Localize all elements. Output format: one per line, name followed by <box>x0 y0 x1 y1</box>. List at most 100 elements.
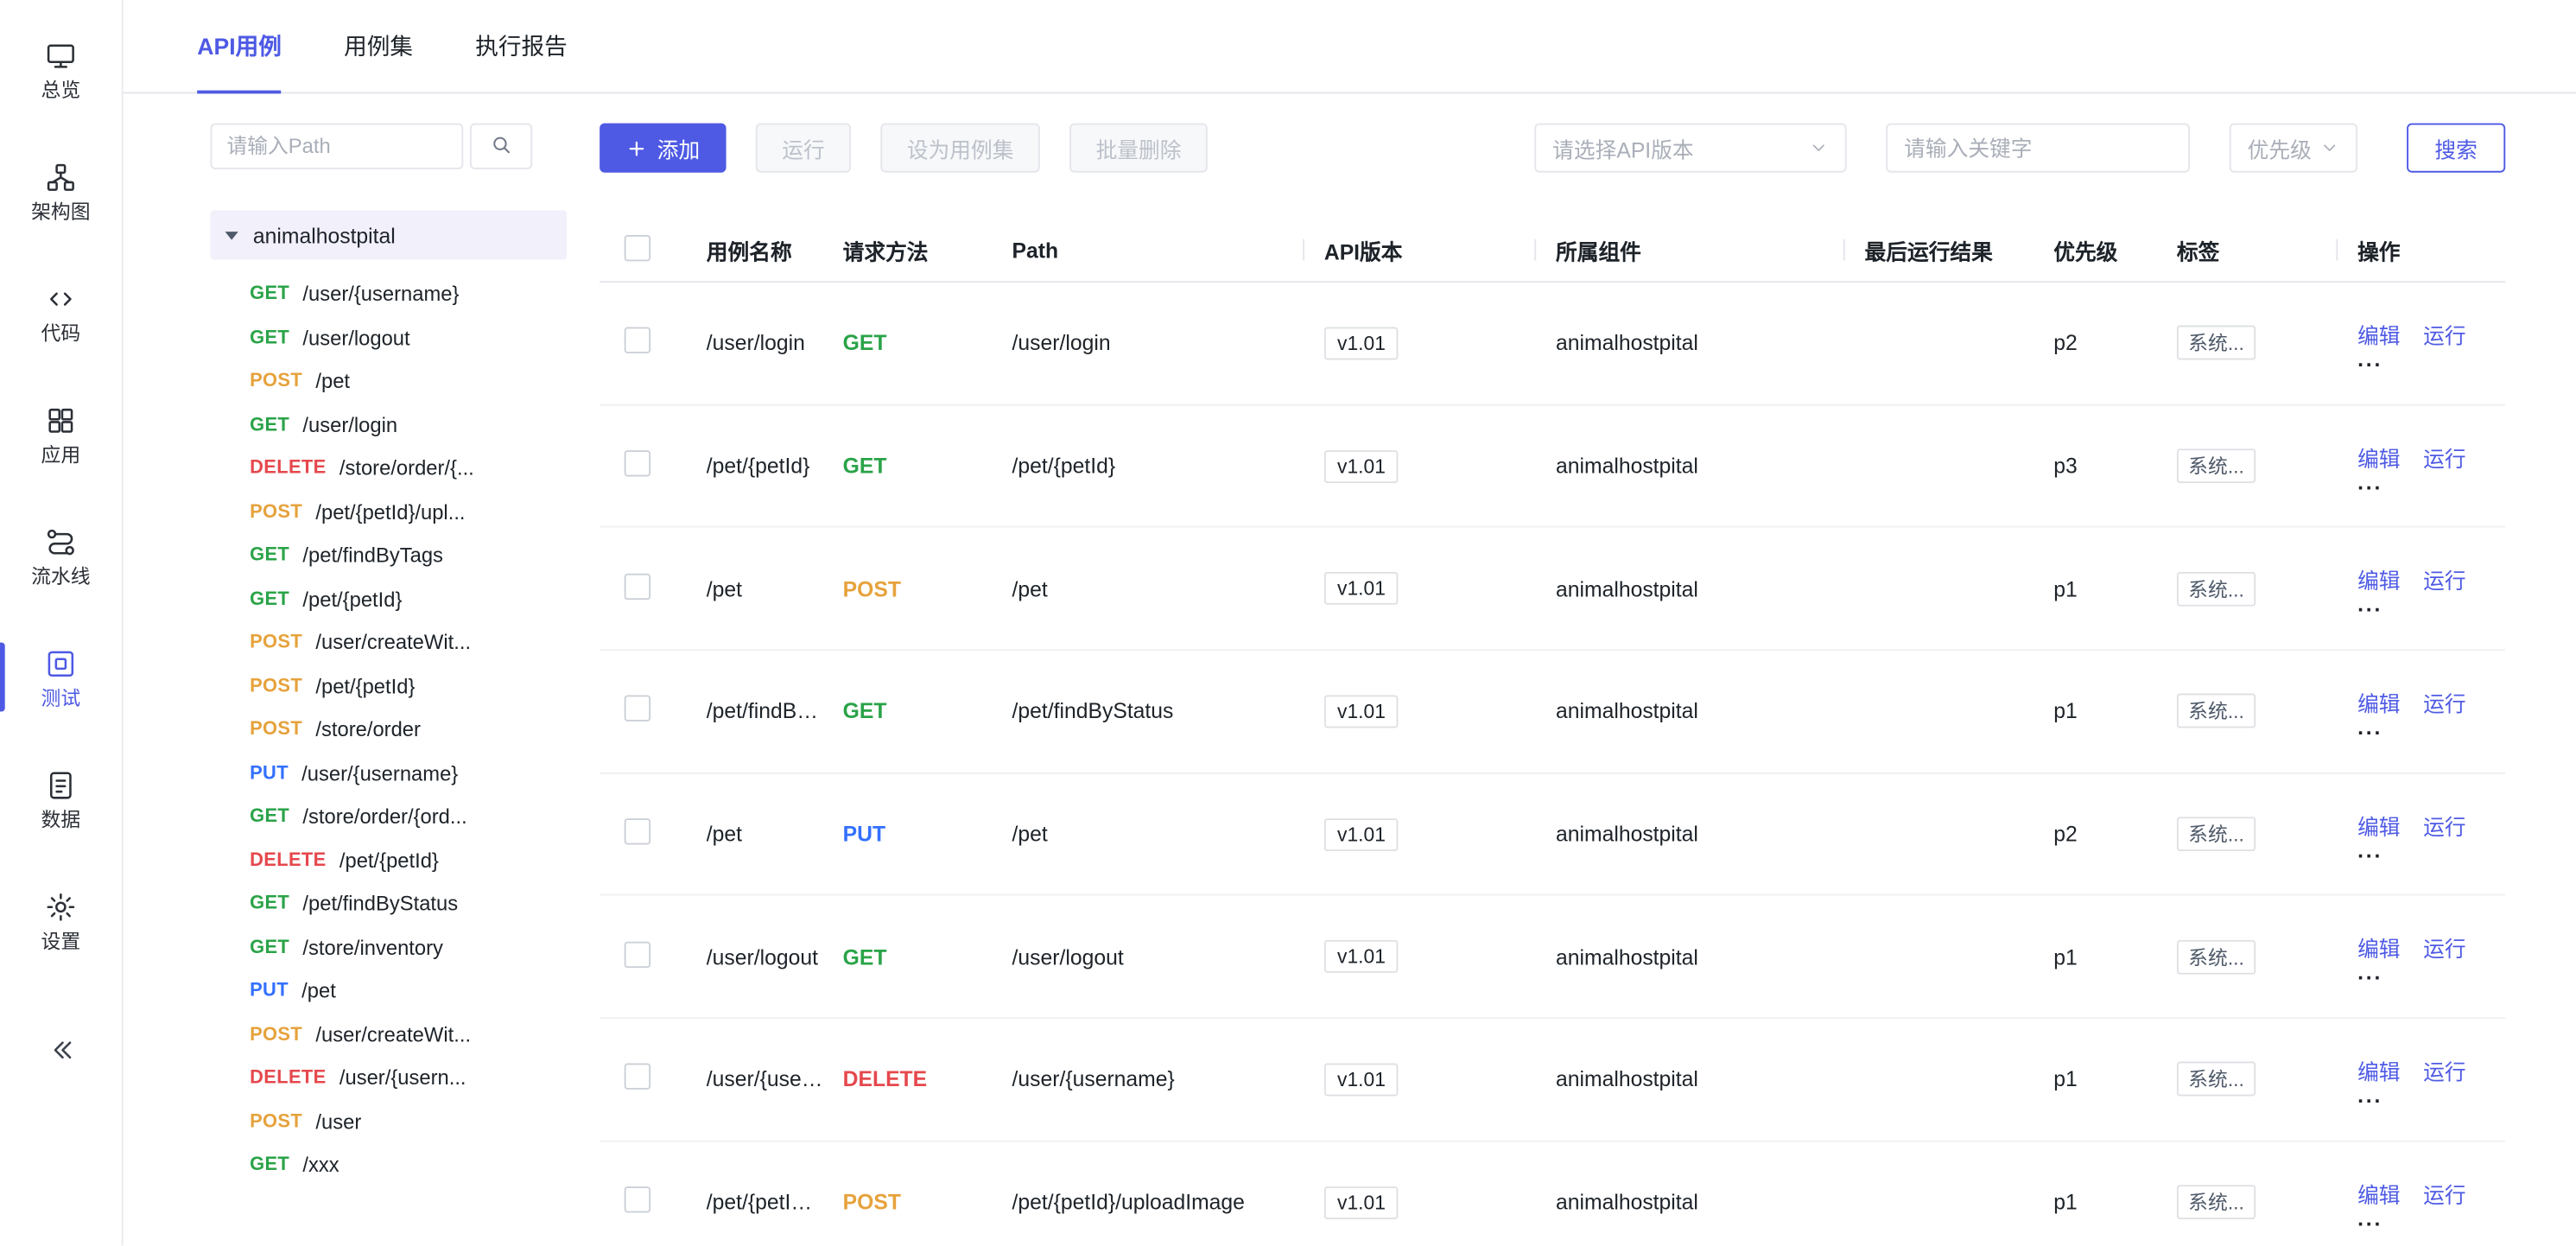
case-name: /pet/{petId} <box>707 454 843 479</box>
run-link[interactable]: 运行 <box>2423 932 2465 963</box>
row-checkbox[interactable] <box>625 327 650 353</box>
tree-item[interactable]: POST/user/createWit... <box>210 621 600 664</box>
sidebar-item-code[interactable]: 代码 <box>0 263 122 361</box>
tree-item[interactable]: DELETE/user/{usern... <box>210 1057 600 1100</box>
more-actions-button[interactable]: ... <box>2357 1211 2382 1227</box>
more-actions-button[interactable]: ... <box>2357 965 2382 982</box>
sidebar-item-architecture[interactable]: 架构图 <box>0 142 122 240</box>
edit-link[interactable]: 编辑 <box>2357 932 2400 963</box>
run-button[interactable]: 运行 <box>756 124 851 173</box>
case-path: /pet <box>1012 822 1324 847</box>
more-actions-button[interactable]: ... <box>2357 720 2382 736</box>
edit-link[interactable]: 编辑 <box>2357 810 2400 841</box>
tree-root-label: animalhostpital <box>253 223 396 248</box>
tree-item[interactable]: POST/user <box>210 1100 600 1143</box>
run-link[interactable]: 运行 <box>2423 687 2465 718</box>
tree-item[interactable]: GET/user/{username} <box>210 273 600 316</box>
tree-item[interactable]: POST/store/order <box>210 709 600 752</box>
sidebar-item-overview[interactable]: 总览 <box>0 20 122 118</box>
edit-link[interactable]: 编辑 <box>2357 564 2400 595</box>
keyword-input[interactable] <box>1886 124 2190 173</box>
row-checkbox[interactable] <box>625 941 650 967</box>
api-version-badge: v1.01 <box>1324 940 1399 973</box>
test-icon <box>44 646 77 679</box>
toolbar: 添加 运行 设为用例集 批量删除 请选择API版本 优先级 <box>600 124 2505 173</box>
tree-item[interactable]: DELETE/store/order/{... <box>210 447 600 490</box>
sidebar-item-pipeline[interactable]: 流水线 <box>0 506 122 605</box>
run-link[interactable]: 运行 <box>2423 1178 2465 1209</box>
tree-item[interactable]: POST/pet/{petId} <box>210 664 600 708</box>
tree-search <box>210 124 600 169</box>
row-checkbox[interactable] <box>625 696 650 722</box>
column-header[interactable]: 用例名称 <box>707 234 843 265</box>
edit-link[interactable]: 编辑 <box>2357 687 2400 718</box>
column-header[interactable]: 最后运行结果 <box>1865 234 2054 265</box>
tree-root-node[interactable]: animalhostpital <box>210 210 567 259</box>
sidebar-item-data[interactable]: 数据 <box>0 749 122 848</box>
set-caseset-button[interactable]: 设为用例集 <box>880 124 1040 173</box>
column-header[interactable]: 请求方法 <box>843 234 1012 265</box>
collapse-sidebar-button[interactable] <box>0 1035 122 1073</box>
run-link[interactable]: 运行 <box>2423 564 2465 595</box>
column-header[interactable]: API版本 <box>1324 234 1556 265</box>
edit-link[interactable]: 编辑 <box>2357 319 2400 350</box>
batch-delete-button[interactable]: 批量删除 <box>1069 124 1208 173</box>
tree-item[interactable]: PUT/pet <box>210 969 600 1013</box>
column-header[interactable]: 标签 <box>2177 234 2357 265</box>
column-header[interactable]: 优先级 <box>2053 234 2177 265</box>
tree-item[interactable]: GET/user/login <box>210 404 600 447</box>
tree-search-button[interactable] <box>470 124 532 169</box>
add-button[interactable]: 添加 <box>600 124 726 173</box>
row-checkbox[interactable] <box>625 1064 650 1090</box>
case-path: /user/{username} <box>1012 1067 1324 1092</box>
method-label: GET <box>250 938 289 957</box>
apps-icon <box>44 404 77 436</box>
row-checkbox[interactable] <box>625 1186 650 1212</box>
tree-item[interactable]: GET/pet/findByTags <box>210 534 600 577</box>
column-header[interactable]: 操作 <box>2357 234 2505 265</box>
tab-case-sets[interactable]: 用例集 <box>344 0 413 92</box>
tree-item[interactable]: GET/store/inventory <box>210 926 600 969</box>
tab-api-cases[interactable]: API用例 <box>197 0 282 92</box>
run-link[interactable]: 运行 <box>2423 442 2465 473</box>
edit-link[interactable]: 编辑 <box>2357 1178 2400 1209</box>
priority: p1 <box>2053 944 2177 969</box>
row-checkbox[interactable] <box>625 450 650 476</box>
path-label: /pet <box>301 980 336 1003</box>
edit-link[interactable]: 编辑 <box>2357 1055 2400 1086</box>
run-link[interactable]: 运行 <box>2423 1055 2465 1086</box>
more-actions-button[interactable]: ... <box>2357 1088 2382 1104</box>
priority-select[interactable]: 优先级 <box>2230 124 2357 173</box>
more-actions-button[interactable]: ... <box>2357 842 2382 859</box>
row-checkbox[interactable] <box>625 573 650 599</box>
tree-item[interactable]: GET/pet/findByStatus <box>210 882 600 925</box>
run-link[interactable]: 运行 <box>2423 810 2465 841</box>
tree-item[interactable]: POST/pet <box>210 359 600 403</box>
tree-item[interactable]: GET/xxx <box>210 1144 600 1187</box>
tree-item[interactable]: GET/store/order/{ord... <box>210 795 600 838</box>
sidebar-item-test[interactable]: 测试 <box>0 627 122 726</box>
sidebar-item-apps[interactable]: 应用 <box>0 385 122 483</box>
edit-link[interactable]: 编辑 <box>2357 442 2400 473</box>
more-actions-button[interactable]: ... <box>2357 474 2382 491</box>
run-link[interactable]: 运行 <box>2423 319 2465 350</box>
monitor-icon <box>44 39 77 72</box>
sidebar-item-settings[interactable]: 设置 <box>0 871 122 969</box>
more-actions-button[interactable]: ... <box>2357 597 2382 613</box>
tree-item[interactable]: GET/pet/{petId} <box>210 577 600 620</box>
tree-item[interactable]: GET/user/logout <box>210 316 600 359</box>
more-actions-button[interactable]: ... <box>2357 352 2382 368</box>
column-header[interactable]: Path <box>1012 238 1324 263</box>
row-checkbox[interactable] <box>625 818 650 844</box>
column-header[interactable]: 所属组件 <box>1556 234 1865 265</box>
tab-reports[interactable]: 执行报告 <box>475 0 568 92</box>
tree-item[interactable]: POST/pet/{petId}/upl... <box>210 491 600 534</box>
api-version-badge: v1.01 <box>1324 695 1399 728</box>
tree-item[interactable]: PUT/user/{username} <box>210 752 600 795</box>
select-all-checkbox[interactable] <box>625 234 650 260</box>
tree-item[interactable]: DELETE/pet/{petId} <box>210 839 600 882</box>
search-button[interactable]: 搜索 <box>2407 124 2505 173</box>
tree-item[interactable]: POST/user/createWit... <box>210 1013 600 1056</box>
tree-search-input[interactable] <box>210 124 463 169</box>
api-version-select[interactable]: 请选择API版本 <box>1534 124 1846 173</box>
